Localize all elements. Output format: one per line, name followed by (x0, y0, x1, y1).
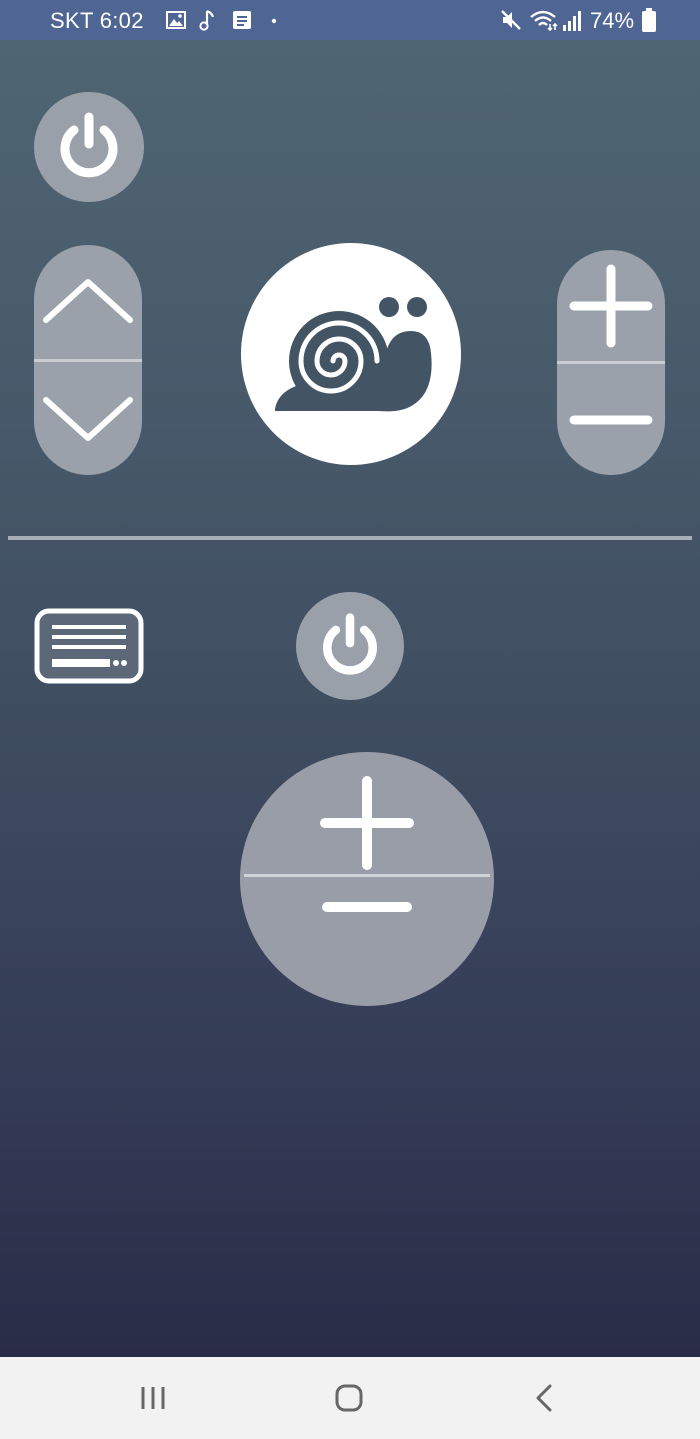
back-button[interactable] (515, 1377, 575, 1419)
volume-up-button[interactable] (557, 250, 665, 361)
menu-button[interactable] (34, 608, 144, 684)
battery-icon (642, 8, 656, 32)
slow-mode-button[interactable] (241, 243, 461, 465)
channel-rocker (34, 245, 142, 475)
minus-icon (569, 415, 653, 424)
channel-up-button[interactable] (34, 245, 142, 359)
recent-apps-button[interactable] (123, 1377, 183, 1419)
back-icon (536, 1384, 552, 1412)
carrier-label: SKT (50, 8, 94, 33)
menu-panel-icon (34, 608, 144, 684)
minus-icon (322, 901, 412, 912)
volume-dial (240, 752, 494, 1006)
power-button[interactable] (34, 92, 144, 202)
dot-icon (271, 18, 277, 24)
volume-dial-up-button[interactable] (240, 752, 494, 874)
carrier-time: SKT 6:02 (50, 8, 144, 34)
volume-dial-down-button[interactable] (240, 877, 494, 1006)
wifi-icon (530, 10, 558, 31)
power-icon (60, 112, 118, 178)
battery-percent: 74% (590, 8, 635, 33)
plus-icon (320, 776, 414, 870)
home-button[interactable] (319, 1377, 379, 1419)
chevron-down-icon (43, 397, 133, 442)
recent-apps-icon (141, 1387, 165, 1409)
home-icon (335, 1384, 363, 1412)
volume-rocker (557, 250, 665, 475)
status-bar: SKT 6:02 74% (0, 0, 700, 40)
image-notification-icon (166, 11, 186, 29)
volume-down-button[interactable] (557, 364, 665, 475)
time-label: 6:02 (99, 8, 144, 33)
snail-icon (275, 297, 432, 412)
power-icon (323, 613, 377, 675)
mute-icon (501, 10, 521, 30)
navigation-bar (0, 1357, 700, 1439)
cellular-signal-icon (563, 11, 581, 31)
chevron-up-icon (43, 278, 133, 323)
document-notification-icon (233, 11, 251, 29)
section-divider (8, 536, 692, 540)
plus-icon (569, 264, 653, 347)
secondary-power-button[interactable] (296, 592, 404, 700)
music-note-icon (199, 9, 215, 31)
channel-down-button[interactable] (34, 362, 142, 476)
